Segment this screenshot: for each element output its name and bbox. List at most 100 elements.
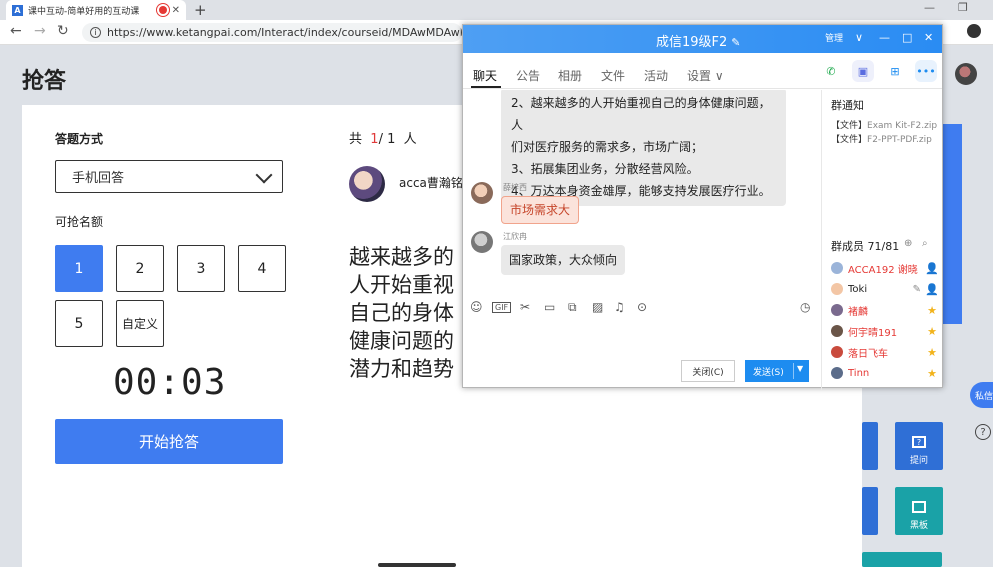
tab-activities[interactable]: 活动 [644,67,668,84]
quota-button-3[interactable]: 3 [177,245,225,292]
student-avatar [349,166,385,202]
private-message-button[interactable]: 私信 [970,382,993,408]
quota-button-custom[interactable]: 自定义 [116,300,164,347]
page-title: 抢答 [22,69,67,94]
answer-mode-label: 答题方式 [55,132,104,146]
quota-button-5[interactable]: 5 [55,300,103,347]
tool-button-partial-2[interactable] [862,487,878,535]
add-member-icon[interactable]: ⊕ [904,238,912,249]
image-icon[interactable]: ▨ [592,300,603,314]
member-avatar [831,325,843,337]
recording-icon [158,6,167,14]
user-avatar[interactable] [955,63,977,85]
star-icon: ★ [927,324,937,338]
member-avatar [831,262,843,274]
countdown-timer: 00:03 [113,362,227,403]
scissors-icon[interactable]: ✂ [520,300,530,314]
phone-icon[interactable]: ✆ [820,60,842,82]
member-item[interactable]: 落日飞车 ★ [831,343,939,361]
edit-icon[interactable]: ✎ [913,284,921,295]
member-item[interactable]: 何宇晴191 ★ [831,322,939,340]
tab-notice[interactable]: 公告 [516,67,540,84]
info-icon[interactable]: i [90,27,101,38]
sender-avatar[interactable] [471,231,493,253]
history-icon[interactable]: ◷ [800,300,810,314]
chevron-down-icon [255,166,273,184]
emoji-icon[interactable]: ☺ [470,300,483,314]
member-item[interactable]: 褚麟 ★ [831,301,939,319]
member-avatar [831,346,843,358]
answer-text: 越来越多的人开始重视自己的身体健康问题的潜力和趋势 [349,245,454,381]
video-icon[interactable]: ▣ [852,60,874,82]
member-avatar [831,304,843,316]
chat-title: 成信19级F2 ✎ [656,35,741,50]
chat-tabs: 聊天 公告 相册 文件 活动 设置 ∨ ✆ ▣ ⊞ ••• [463,53,942,89]
owner-icon: 👤 [925,282,939,296]
gif-icon[interactable]: GIF [492,302,512,313]
minimize-icon[interactable]: — [879,31,890,44]
answer-mode-select[interactable]: 手机回答 [55,160,283,193]
send-divider [793,363,794,379]
admin-icon: 👤 [925,261,939,275]
member-item[interactable]: Toki ✎ 👤 [831,280,939,298]
url-field[interactable]: i https://www.ketangpai.com/Interact/ind… [82,23,462,42]
input-toolbar: ☺ GIF ✂ ▭ ⧉ ▨ ♫ ⊙ ◷ [463,298,821,318]
tab-settings[interactable]: 设置 ∨ [687,67,724,84]
chevron-down-icon[interactable]: ▼ [797,364,803,373]
message-input[interactable] [463,318,821,358]
chat-window: 成信19级F2 ✎ 管理 ∨ — □ ✕ 聊天 公告 相册 文件 活动 设置 ∨ … [462,24,943,390]
tab-title: 课中互动-简单好用的互动课 [28,6,140,17]
member-item[interactable]: Tinn ★ [831,364,939,382]
manage-icon[interactable]: 管理 [825,31,843,44]
profile-icon[interactable] [967,24,981,38]
bell-icon[interactable]: ♫ [614,300,625,314]
maximize-icon[interactable]: □ [902,31,912,44]
sender-avatar[interactable] [471,182,493,204]
browser-tab-bar: A 课中互动-简单好用的互动课 ✕ + — ❐ [0,0,993,20]
search-icon[interactable]: ⌕ [922,238,928,249]
forward-button[interactable]: → [34,23,46,39]
quota-button-1[interactable]: 1 [55,245,103,292]
quota-button-4[interactable]: 4 [238,245,286,292]
tab-close-icon[interactable]: ✕ [172,5,180,16]
message-bubble: 国家政策，大众倾向 [501,245,626,275]
blackboard-button[interactable]: 黑板 [895,487,943,535]
tool-button-partial[interactable] [862,422,878,470]
notice-file[interactable]: 【文件】Exam Kit-F2.zip [831,119,941,133]
sender-name: 江欣冉 [503,232,527,241]
notice-file[interactable]: 【文件】F2-PPT-PDF.zip [831,133,941,147]
window-minimize-button[interactable]: — [924,1,935,14]
window-maximize-button[interactable]: ❐ [958,1,968,14]
tool-button-bottom[interactable] [862,552,942,567]
help-icon[interactable]: ? [975,424,991,440]
member-item[interactable]: ACCA192 谢晓 👤 [831,259,939,277]
close-icon[interactable]: ✕ [924,31,933,44]
send-button[interactable]: 发送(S) ▼ [745,360,809,382]
tab-chat[interactable]: 聊天 [473,67,497,84]
back-button[interactable]: ← [10,23,22,39]
new-tab-button[interactable]: + [194,1,207,19]
reload-button[interactable]: ↻ [57,23,69,39]
quota-button-2[interactable]: 2 [116,245,164,292]
tab-album[interactable]: 相册 [558,67,582,84]
start-button[interactable]: 开始抢答 [55,419,283,464]
quota-label: 可抢名额 [55,215,104,229]
more-options-icon[interactable]: ⊙ [637,300,647,314]
close-button[interactable]: 关闭(C) [681,360,735,382]
scroll-handle[interactable] [378,563,456,567]
question-icon: ? [912,436,926,448]
screenshot-icon[interactable]: ⧉ [568,300,577,315]
more-icon[interactable]: ••• [915,60,937,82]
star-icon: ★ [927,345,937,359]
folder-icon[interactable]: ▭ [544,300,555,314]
ask-question-button[interactable]: ? 提问 [895,422,943,470]
screen-share-icon[interactable]: ⊞ [884,60,906,82]
member-avatar [831,283,843,295]
edit-icon[interactable]: ✎ [731,36,740,49]
blackboard-icon [912,501,926,513]
browser-tab[interactable]: A 课中互动-简单好用的互动课 ✕ [6,0,186,20]
dropdown-icon[interactable]: ∨ [855,31,863,44]
active-tab-indicator [471,86,501,88]
url-text: https://www.ketangpai.com/Interact/index… [107,26,462,39]
tab-files[interactable]: 文件 [601,67,625,84]
